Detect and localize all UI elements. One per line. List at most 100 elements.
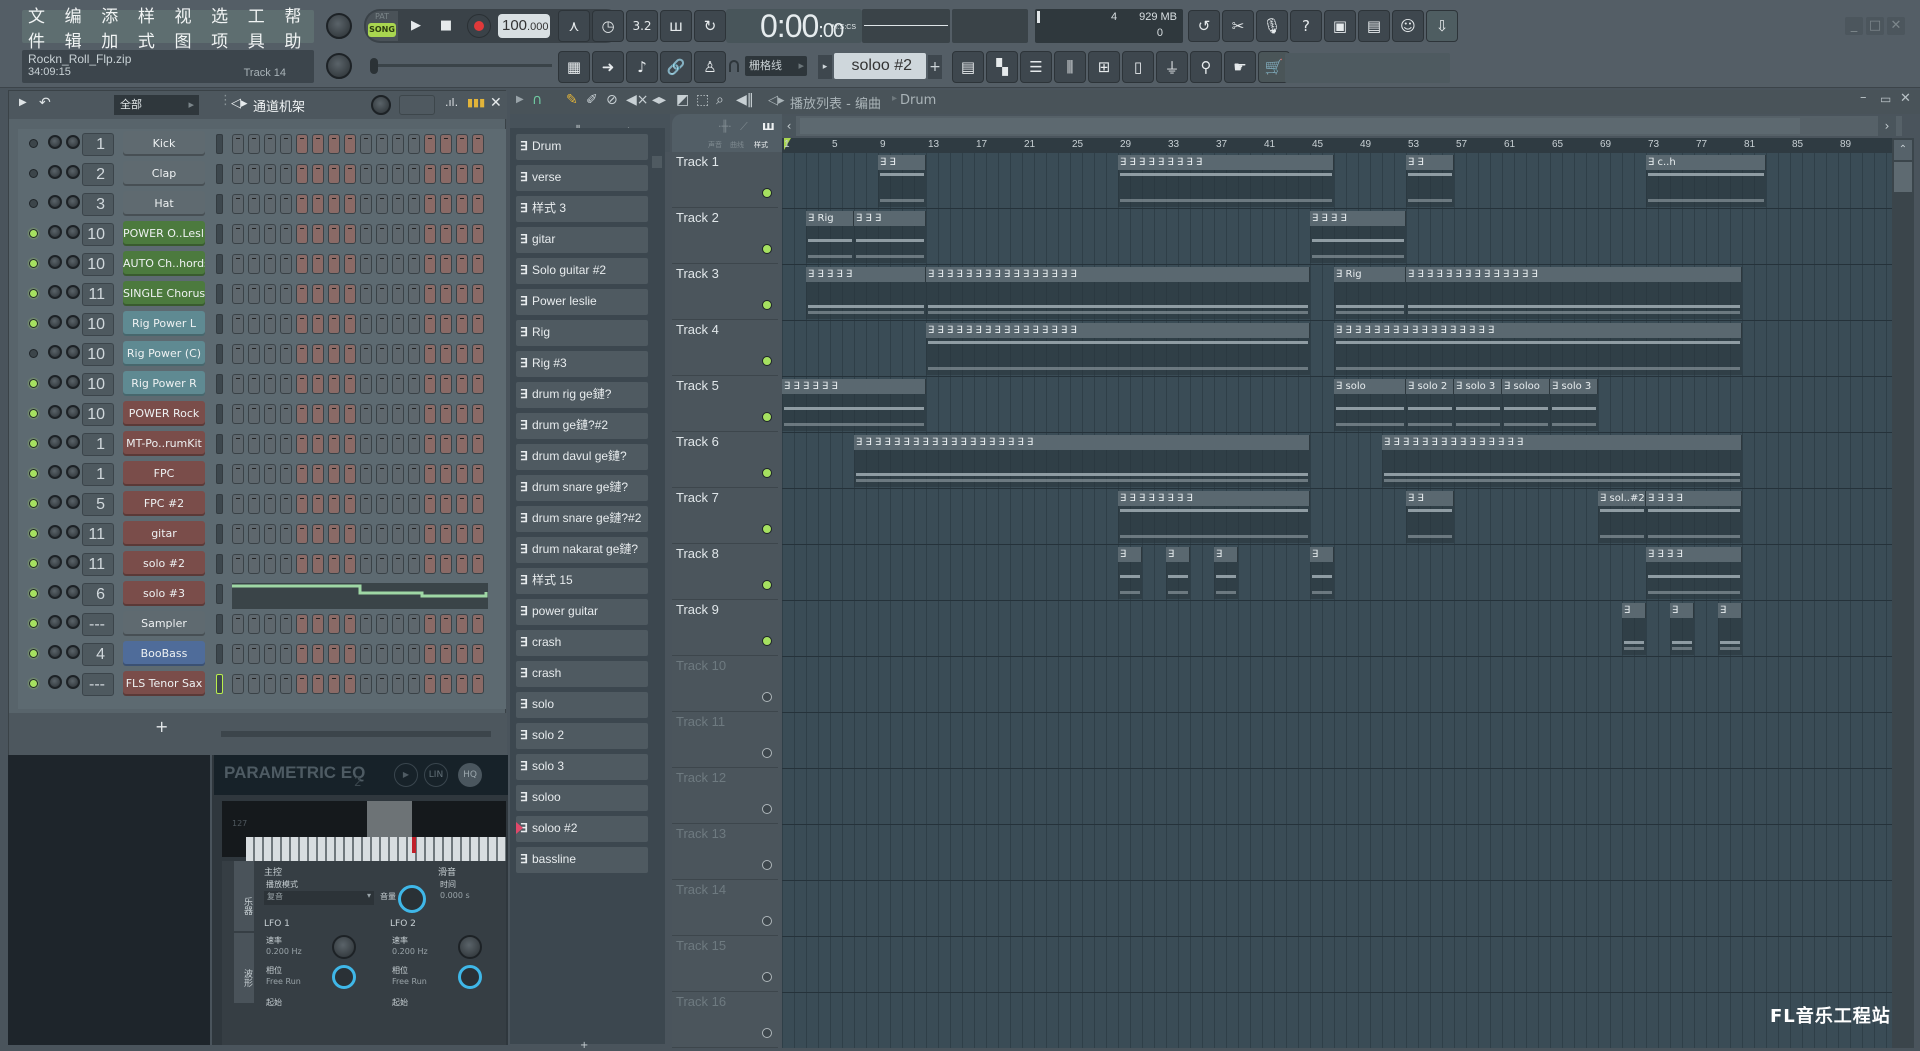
channel-graph-editor[interactable] xyxy=(232,583,488,609)
channel-volume-knob[interactable] xyxy=(66,345,80,359)
pattern-clip[interactable]: ∃ solo xyxy=(1334,379,1406,431)
step-button[interactable] xyxy=(360,614,372,634)
channel-volume-knob[interactable] xyxy=(66,435,80,449)
channel-volume-knob[interactable] xyxy=(66,285,80,299)
step-button[interactable] xyxy=(248,614,260,634)
step-button[interactable] xyxy=(312,614,324,634)
step-button[interactable] xyxy=(392,404,404,424)
step-button[interactable] xyxy=(264,614,276,634)
step-button[interactable] xyxy=(408,644,420,664)
step-button[interactable] xyxy=(360,494,372,514)
step-button[interactable] xyxy=(232,614,244,634)
step-button[interactable] xyxy=(232,224,244,244)
channel-enable-led[interactable] xyxy=(29,469,38,478)
undo-history-button[interactable]: ↺ xyxy=(1188,10,1220,42)
mixer-track-number[interactable]: 1 xyxy=(82,433,114,456)
mixer-track-number[interactable]: --- xyxy=(82,613,114,636)
step-button[interactable] xyxy=(248,254,260,274)
step-button[interactable] xyxy=(344,404,356,424)
pattern-item[interactable]: ∃ Solo guitar #2 xyxy=(516,258,648,284)
mixer-track-number[interactable]: 11 xyxy=(82,523,114,546)
step-button[interactable] xyxy=(328,524,340,544)
channel-name-button[interactable]: solo #3 xyxy=(123,581,205,606)
channel-volume-knob[interactable] xyxy=(66,555,80,569)
step-button[interactable] xyxy=(392,524,404,544)
help-button[interactable]: ? xyxy=(1290,10,1322,42)
step-button[interactable] xyxy=(408,374,420,394)
step-button[interactable] xyxy=(392,344,404,364)
channel-pan-knob[interactable] xyxy=(48,255,62,269)
save-as-button[interactable]: ▤ xyxy=(1358,10,1390,42)
step-button[interactable] xyxy=(392,434,404,454)
pattern-clip[interactable]: ∃ ∃ ∃ xyxy=(854,211,926,263)
wait-for-input-button[interactable]: ◷ xyxy=(592,10,624,42)
pattern-clip[interactable]: ∃ ∃ ∃ ∃ ∃ ∃ xyxy=(782,379,926,431)
step-button[interactable] xyxy=(440,674,452,694)
track-mute-led[interactable] xyxy=(762,580,772,590)
step-button[interactable] xyxy=(408,404,420,424)
step-button[interactable] xyxy=(264,344,276,364)
step-button[interactable] xyxy=(376,524,388,544)
step-button[interactable] xyxy=(296,224,308,244)
channel-volume-knob[interactable] xyxy=(66,405,80,419)
step-button[interactable] xyxy=(392,134,404,154)
step-button[interactable] xyxy=(376,374,388,394)
channel-name-button[interactable]: Rig Power L xyxy=(123,311,205,336)
step-button[interactable] xyxy=(264,194,276,214)
step-button[interactable] xyxy=(472,224,484,244)
app-maximize-button[interactable]: □ xyxy=(1866,17,1884,35)
play-mode-select[interactable]: 复音 ▾ xyxy=(264,891,374,905)
pattern-item[interactable]: ∃ drum rig ge鏈? xyxy=(516,382,648,408)
step-button[interactable] xyxy=(312,254,324,274)
pattern-item[interactable]: ∃ solo 3 xyxy=(516,754,648,780)
picker-add-icon[interactable]: + xyxy=(580,1040,588,1051)
step-button[interactable] xyxy=(456,224,468,244)
step-button[interactable] xyxy=(248,554,260,574)
step-button[interactable] xyxy=(280,284,292,304)
step-button[interactable] xyxy=(344,284,356,304)
step-button[interactable] xyxy=(344,494,356,514)
step-button[interactable] xyxy=(456,254,468,274)
track-mute-led[interactable] xyxy=(762,748,772,758)
step-button[interactable] xyxy=(440,614,452,634)
step-button[interactable] xyxy=(456,314,468,334)
channel-pan-knob[interactable] xyxy=(48,165,62,179)
eq-hq-button[interactable]: HQ xyxy=(458,763,482,787)
step-button[interactable] xyxy=(344,134,356,154)
pattern-clip[interactable]: ∃ xyxy=(1118,547,1142,599)
step-button[interactable] xyxy=(392,164,404,184)
pattern-clip[interactable]: ∃ ∃ ∃ ∃ ∃ ∃ ∃ ∃ ∃ ∃ ∃ ∃ ∃ ∃ ∃ ∃ xyxy=(926,323,1310,375)
playlist-minimize-icon[interactable]: – xyxy=(1860,90,1867,105)
step-button[interactable] xyxy=(280,194,292,214)
step-button[interactable] xyxy=(248,374,260,394)
channel-name-button[interactable]: FLS Tenor Sax xyxy=(123,671,205,696)
step-button[interactable] xyxy=(408,254,420,274)
step-button[interactable] xyxy=(456,284,468,304)
step-button[interactable] xyxy=(232,674,244,694)
step-button[interactable] xyxy=(376,344,388,364)
key-range-highlight[interactable] xyxy=(367,801,412,837)
step-button[interactable] xyxy=(280,254,292,274)
step-button[interactable] xyxy=(344,254,356,274)
channel-pan-knob[interactable] xyxy=(48,225,62,239)
pattern-clip[interactable]: ∃ xyxy=(1670,603,1694,655)
channel-name-button[interactable]: Hat xyxy=(123,191,205,216)
step-button[interactable] xyxy=(376,254,388,274)
scroll-up-button[interactable]: ⌃ xyxy=(1894,140,1912,160)
step-button[interactable] xyxy=(264,134,276,154)
step-button[interactable] xyxy=(360,314,372,334)
channel-pan-knob[interactable] xyxy=(48,645,62,659)
step-button[interactable] xyxy=(296,314,308,334)
app-close-button[interactable]: ✕ xyxy=(1887,17,1905,35)
filter-audio-label[interactable]: 声音 xyxy=(708,140,722,150)
step-button[interactable] xyxy=(344,554,356,574)
channel-volume-knob[interactable] xyxy=(66,135,80,149)
channel-pan-knob[interactable] xyxy=(48,615,62,629)
step-button[interactable] xyxy=(456,134,468,154)
track-mute-led[interactable] xyxy=(762,692,772,702)
step-button[interactable] xyxy=(232,644,244,664)
step-button[interactable] xyxy=(392,674,404,694)
channel-select-bar[interactable] xyxy=(216,254,223,274)
step-button[interactable] xyxy=(424,434,436,454)
step-button[interactable] xyxy=(440,434,452,454)
